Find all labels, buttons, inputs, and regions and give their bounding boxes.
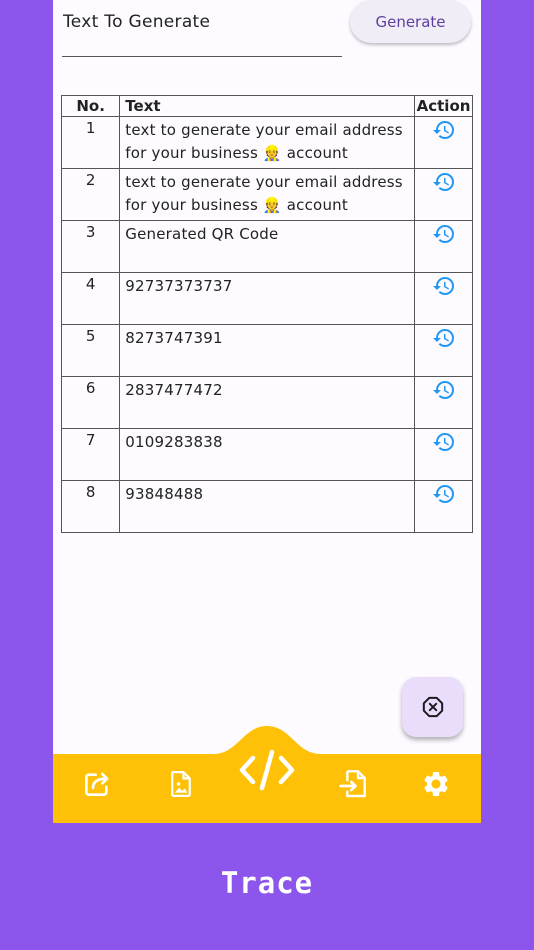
table-row: 4 92737373737 xyxy=(60,272,473,325)
history-table: No. Text Action 1 text to generate your e… xyxy=(60,95,473,533)
text-input-field[interactable]: Text To Generate xyxy=(62,0,342,58)
table-row: 2 text to generate your email address for… xyxy=(60,168,473,221)
image-icon xyxy=(171,771,191,797)
row-action-cell xyxy=(414,480,473,533)
table-row: 7 0109283838 xyxy=(60,428,473,481)
history-restore-icon[interactable] xyxy=(431,221,457,247)
row-number-cell: 2 xyxy=(60,168,121,221)
row-number: 8 xyxy=(85,483,96,501)
share-icon xyxy=(85,772,109,796)
table-row: 5 8273747391 xyxy=(60,324,473,377)
row-action-cell xyxy=(414,272,473,325)
row-text: 8273747391 xyxy=(125,329,223,347)
import-nav-button[interactable] xyxy=(336,766,372,802)
close-octagon-icon xyxy=(422,696,443,718)
header-text: Text xyxy=(119,95,416,117)
history-restore-icon[interactable] xyxy=(431,169,457,195)
code-nav-button[interactable] xyxy=(237,746,297,794)
input-underline xyxy=(62,56,342,57)
settings-gear-icon xyxy=(424,771,448,796)
file-import-icon xyxy=(339,770,366,798)
row-number: 5 xyxy=(85,327,96,345)
row-number: 6 xyxy=(85,379,96,397)
settings-nav-button[interactable] xyxy=(418,766,454,802)
row-number-cell: 8 xyxy=(60,480,121,533)
bottom-navigation-bar xyxy=(53,722,481,823)
history-restore-icon[interactable] xyxy=(431,117,457,143)
row-number: 3 xyxy=(85,223,96,241)
row-text-cell: 8273747391 xyxy=(119,324,416,377)
history-restore-icon[interactable] xyxy=(431,429,457,455)
history-restore-icon[interactable] xyxy=(431,325,457,351)
row-action-cell xyxy=(414,428,473,481)
row-text-cell: text to generate your email address for … xyxy=(119,168,416,221)
row-text-cell: 92737373737 xyxy=(119,272,416,325)
row-text-cell: 0109283838 xyxy=(119,428,416,481)
row-action-cell xyxy=(414,376,473,429)
row-number-cell: 7 xyxy=(60,428,121,481)
app-screen: Text To Generate Generate No. Text Actio… xyxy=(53,0,481,823)
code-icon xyxy=(239,749,295,791)
row-number: 2 xyxy=(85,171,96,189)
image-nav-button[interactable] xyxy=(163,766,199,802)
table-row: 1 text to generate your email address for… xyxy=(60,116,473,169)
row-action-cell xyxy=(414,220,473,273)
history-restore-icon[interactable] xyxy=(431,481,457,507)
row-action-cell xyxy=(414,116,473,169)
text-input-placeholder: Text To Generate xyxy=(63,12,211,32)
row-text: text to generate your email address for … xyxy=(125,121,403,162)
row-number: 7 xyxy=(85,431,96,449)
row-text: 92737373737 xyxy=(125,277,233,295)
table-row: 6 2837477472 xyxy=(60,376,473,429)
row-text-cell: text to generate your email address for … xyxy=(119,116,416,169)
row-action-cell xyxy=(414,168,473,221)
header-action: Action xyxy=(414,95,473,117)
row-number-cell: 4 xyxy=(60,272,121,325)
header-no: No. xyxy=(60,95,121,117)
row-number: 4 xyxy=(85,275,96,293)
row-text-cell: 2837477472 xyxy=(119,376,416,429)
row-text-cell: 93848488 xyxy=(119,480,416,533)
table-row: 8 93848488 xyxy=(60,480,473,533)
table-header-row: No. Text Action xyxy=(60,95,473,117)
history-restore-icon[interactable] xyxy=(431,273,457,299)
table-row: 3 Generated QR Code xyxy=(60,220,473,273)
row-number-cell: 5 xyxy=(60,324,121,377)
row-text: text to generate your email address for … xyxy=(125,173,403,214)
app-title: Trace xyxy=(220,866,314,900)
row-action-cell xyxy=(414,324,473,377)
row-text: 2837477472 xyxy=(125,381,223,399)
row-text: Generated QR Code xyxy=(125,225,279,243)
row-number-cell: 1 xyxy=(60,116,121,169)
row-number-cell: 3 xyxy=(60,220,121,273)
history-restore-icon[interactable] xyxy=(431,377,457,403)
row-text: 93848488 xyxy=(125,485,204,503)
row-number-cell: 6 xyxy=(60,376,121,429)
row-number: 1 xyxy=(85,119,96,137)
share-nav-button[interactable] xyxy=(79,766,115,802)
row-text-cell: Generated QR Code xyxy=(119,220,416,273)
row-text: 0109283838 xyxy=(125,433,223,451)
generate-button[interactable]: Generate xyxy=(350,0,471,43)
